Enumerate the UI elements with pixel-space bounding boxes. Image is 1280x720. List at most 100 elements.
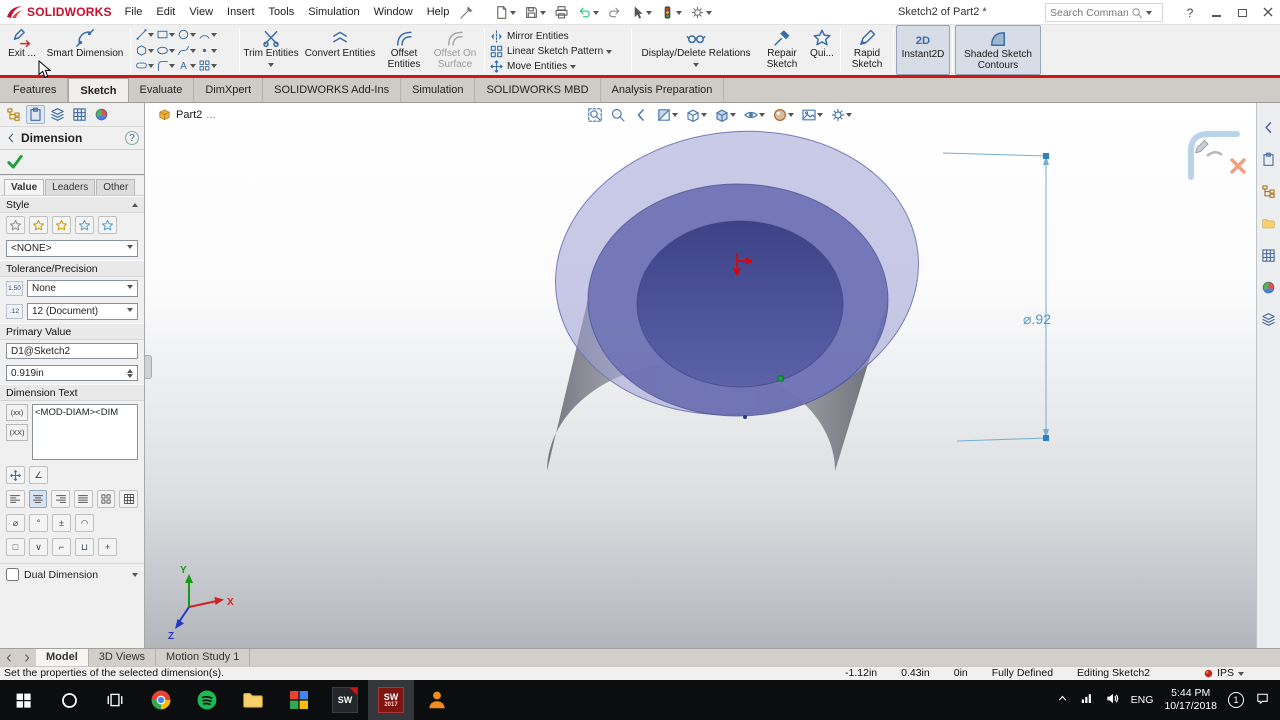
rapid-sketch-button[interactable]: Rapid Sketch	[843, 25, 891, 75]
add-style-button[interactable]	[29, 216, 48, 234]
view-palette-icon[interactable]	[1259, 245, 1279, 265]
tab-other[interactable]: Other	[96, 179, 136, 195]
sketch-pattern-tool[interactable]	[198, 59, 217, 72]
repair-sketch-button[interactable]: Repair Sketch	[758, 25, 806, 75]
tray-network-icon[interactable]	[1080, 692, 1094, 709]
dimension-text-section-header[interactable]: Dimension Text	[0, 384, 144, 401]
dimension-text-token-button[interactable]: (xx)	[6, 404, 28, 421]
exit-sketch-button[interactable]: Exit ...	[2, 25, 42, 75]
sketch-point-blue[interactable]	[743, 415, 747, 419]
align-justify-button[interactable]	[74, 490, 93, 508]
sketch-rectangle-tool[interactable]	[156, 28, 175, 41]
graphics-viewport[interactable]: ⌀.92 Y X Z Part2 ...	[145, 103, 1256, 648]
task-view-button[interactable]	[92, 680, 138, 720]
primary-value-section-header[interactable]: Primary Value	[0, 323, 144, 340]
tray-show-hidden-icons[interactable]	[1056, 692, 1069, 708]
taskbar-chrome-icon[interactable]	[138, 680, 184, 720]
taskbar-solidworks-icon[interactable]: SW	[322, 680, 368, 720]
maximize-button[interactable]	[1234, 6, 1250, 20]
convert-entities-button[interactable]: Convert Entities	[300, 25, 380, 75]
expand-dual-dimension-icon[interactable]	[132, 573, 138, 580]
search-input[interactable]	[1050, 6, 1128, 19]
sketch-point-tool[interactable]	[198, 44, 217, 57]
featuremanager-tab-icon[interactable]	[4, 105, 23, 124]
tolerance-dropdown[interactable]: None	[27, 280, 138, 297]
print-button[interactable]	[551, 4, 572, 21]
menu-edit[interactable]: Edit	[149, 0, 182, 25]
ok-checkmark-button[interactable]	[6, 153, 24, 171]
undo-swoosh-icon[interactable]	[1206, 151, 1223, 157]
tab-sketch[interactable]: Sketch	[68, 78, 129, 102]
design-library-icon[interactable]	[1259, 181, 1279, 201]
view-settings-button[interactable]	[828, 105, 854, 124]
new-document-button[interactable]	[491, 4, 519, 21]
tab-motion-study-1[interactable]: Motion Study 1	[156, 649, 251, 666]
dimension-handle-top[interactable]	[1043, 153, 1049, 159]
save-button[interactable]	[521, 4, 549, 21]
sketch-text-tool[interactable]	[177, 59, 196, 72]
text-grid-button[interactable]	[119, 490, 139, 508]
minimize-button[interactable]	[1208, 6, 1224, 20]
start-button[interactable]	[0, 680, 46, 720]
exit-sketch-pencil-icon[interactable]	[1195, 139, 1209, 154]
mirror-entities-button[interactable]: Mirror Entities	[489, 29, 627, 44]
sketch-fillet-tool[interactable]	[156, 59, 175, 72]
display-delete-relations-button[interactable]: Display/Delete Relations	[634, 25, 758, 75]
menu-insert[interactable]: Insert	[220, 0, 262, 25]
sketch-polygon-tool[interactable]	[135, 44, 154, 57]
text-pattern-button[interactable]	[96, 490, 116, 508]
shaded-sketch-contours-toggle[interactable]: Shaded Sketch Contours	[955, 25, 1041, 75]
taskbar-spotify-icon[interactable]	[184, 680, 230, 720]
offset-entities-button[interactable]: Offset Entities	[380, 25, 428, 75]
undo-button[interactable]	[574, 4, 602, 21]
viewport-3d-scene[interactable]: ⌀.92 Y X Z	[145, 103, 1256, 648]
tab-scroll-right-icon[interactable]	[18, 649, 36, 666]
dimension-value-text[interactable]: ⌀.92	[1023, 311, 1051, 327]
taskbar-recorder-icon[interactable]	[414, 680, 460, 720]
search-options-caret-icon[interactable]	[1146, 11, 1152, 18]
align-left-button[interactable]	[6, 490, 25, 508]
smart-dimension-button[interactable]: Smart Dimension	[42, 25, 128, 75]
tab-dimxpert[interactable]: DimXpert	[194, 78, 264, 102]
sketch-circle-tool[interactable]	[177, 28, 196, 41]
value-spinner[interactable]	[127, 366, 133, 381]
dimension-handle-bottom[interactable]	[1043, 435, 1049, 441]
tab-analysis-preparation[interactable]: Analysis Preparation	[601, 78, 725, 102]
tab-features[interactable]: Features	[2, 78, 69, 102]
units-selector[interactable]: IPS	[1204, 667, 1244, 680]
plusminus-symbol-button[interactable]: ±	[52, 514, 71, 532]
tab-solidworks-mbd[interactable]: SOLIDWORKS MBD	[475, 78, 601, 102]
cancel-sketch-button[interactable]	[1230, 158, 1246, 174]
back-chevron-icon[interactable]	[5, 132, 17, 144]
tray-notification-badge[interactable]: 1	[1228, 692, 1244, 708]
quick-snaps-button[interactable]: Qui...	[806, 25, 838, 75]
propertymanager-tab-icon[interactable]	[26, 105, 45, 124]
menu-tools[interactable]: Tools	[262, 0, 302, 25]
counterbore-symbol-button[interactable]: ⌐	[52, 538, 71, 556]
redo-button[interactable]	[604, 4, 625, 21]
tab-leaders[interactable]: Leaders	[45, 179, 96, 195]
menu-file[interactable]: File	[118, 0, 150, 25]
menu-simulation[interactable]: Simulation	[301, 0, 366, 25]
sketch-point-green[interactable]	[777, 375, 784, 382]
apply-default-style-button[interactable]	[6, 216, 25, 234]
sketch-spline-tool[interactable]	[177, 44, 196, 57]
countersink-symbol-button[interactable]: ∨	[29, 538, 48, 556]
tab-evaluate[interactable]: Evaluate	[129, 78, 195, 102]
rebuild-button[interactable]	[657, 4, 685, 21]
hide-show-items-button[interactable]	[741, 105, 767, 124]
diameter-dimension-lines[interactable]	[942, 152, 1049, 442]
tray-language[interactable]: ENG	[1131, 694, 1154, 706]
apply-scene-button[interactable]	[799, 105, 825, 124]
dual-dimension-checkbox[interactable]	[6, 568, 19, 581]
feature-tree-ellipsis[interactable]: ...	[206, 109, 215, 121]
edit-appearance-button[interactable]	[770, 105, 796, 124]
sketch-line-tool[interactable]	[135, 28, 154, 41]
angle-symbol-button[interactable]: ∠	[29, 466, 48, 484]
view-orientation-button[interactable]	[683, 105, 709, 124]
precision-dropdown[interactable]: 12 (Document)	[27, 303, 138, 320]
tray-clock[interactable]: 5:44 PM 10/17/2018	[1164, 687, 1217, 713]
dimension-name-field[interactable]: D1@Sketch2	[6, 343, 138, 359]
file-explorer-icon[interactable]	[1259, 213, 1279, 233]
zoom-to-area-button[interactable]	[608, 105, 628, 124]
